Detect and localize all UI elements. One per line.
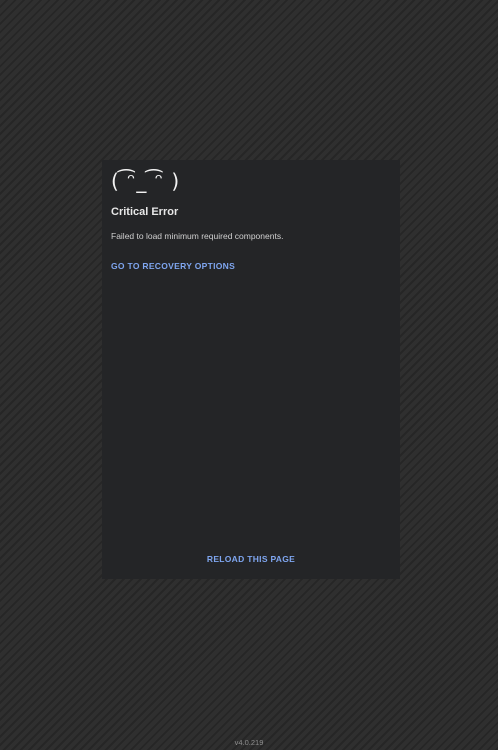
error-title: Critical Error xyxy=(111,206,179,218)
error-face-emoticon: ( ͡ᵔ_ ͡ᵔ ) xyxy=(111,169,181,193)
version-label: v4.0.219 xyxy=(234,738,264,747)
error-message: Failed to load minimum required componen… xyxy=(111,231,284,241)
error-card: ( ͡ᵔ_ ͡ᵔ ) Critical Error Failed to load… xyxy=(102,160,400,579)
recovery-options-link[interactable]: GO TO RECOVERY OPTIONS xyxy=(111,261,235,272)
reload-page-link[interactable]: RELOAD THIS PAGE xyxy=(102,554,400,565)
